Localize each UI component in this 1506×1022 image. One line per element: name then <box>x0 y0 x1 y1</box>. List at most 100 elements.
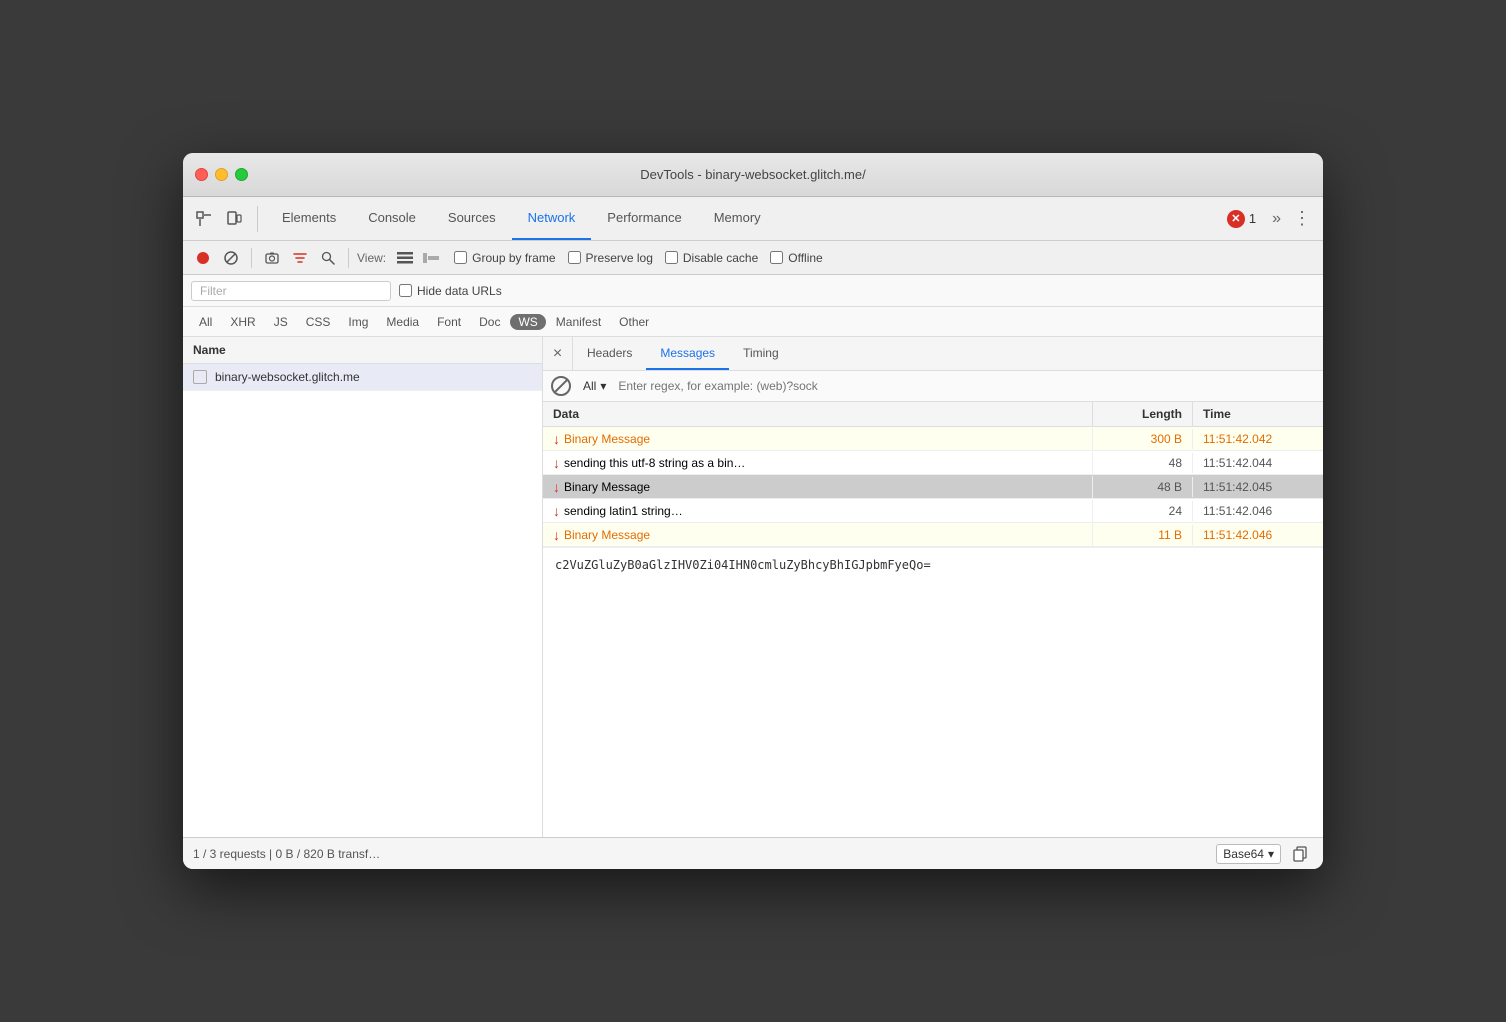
msg-time-cell: 11:51:42.045 <box>1193 477 1323 497</box>
network-toolbar: View: Group by frame Preserve log <box>183 241 1323 275</box>
messages-table-header: Data Length Time <box>543 402 1323 427</box>
error-badge-group: ✕ 1 <box>1227 210 1256 228</box>
tab-headers[interactable]: Headers <box>573 337 646 370</box>
toolbar-divider-2 <box>348 248 349 268</box>
toolbar-divider-1 <box>251 248 252 268</box>
group-by-frame-label: Group by frame <box>472 251 555 265</box>
type-filter-xhr[interactable]: XHR <box>222 314 263 330</box>
type-filter-doc[interactable]: Doc <box>471 314 508 330</box>
type-filter-ws[interactable]: WS <box>510 314 545 330</box>
msg-text: sending this utf-8 string as a bin… <box>564 456 745 470</box>
tab-messages[interactable]: Messages <box>646 337 729 370</box>
tab-network[interactable]: Network <box>512 197 592 240</box>
type-filter-all[interactable]: All <box>191 314 220 330</box>
detail-panel: × Headers Messages Timing All ▾ <box>543 337 1323 837</box>
arrow-down-icon: ↓ <box>553 503 560 519</box>
title-bar: DevTools - binary-websocket.glitch.me/ <box>183 153 1323 197</box>
type-filter-img[interactable]: Img <box>340 314 376 330</box>
status-bar: 1 / 3 requests | 0 B / 820 B transf… Bas… <box>183 837 1323 869</box>
type-filter-js[interactable]: JS <box>266 314 296 330</box>
msg-data-cell: ↓ Binary Message <box>543 524 1093 546</box>
clear-button[interactable] <box>219 246 243 270</box>
offline-checkbox[interactable] <box>770 251 783 264</box>
copy-button[interactable] <box>1287 841 1313 867</box>
tab-timing[interactable]: Timing <box>729 337 793 370</box>
group-by-frame-checkbox-group: Group by frame <box>454 251 555 265</box>
screenshot-button[interactable] <box>260 246 284 270</box>
table-row[interactable]: ↓ sending this utf-8 string as a bin… 48… <box>543 451 1323 475</box>
messages-filter-regex-input[interactable] <box>618 379 1315 393</box>
tab-performance[interactable]: Performance <box>591 197 697 240</box>
msg-time-cell: 11:51:42.042 <box>1193 429 1323 449</box>
type-filter-manifest[interactable]: Manifest <box>548 314 609 330</box>
minimize-button[interactable] <box>215 168 228 181</box>
arrow-down-icon: ↓ <box>553 431 560 447</box>
msg-text: Binary Message <box>564 528 650 542</box>
preserve-log-checkbox-group: Preserve log <box>568 251 653 265</box>
maximize-button[interactable] <box>235 168 248 181</box>
tree-view-button[interactable] <box>420 247 442 269</box>
disable-cache-checkbox-group: Disable cache <box>665 251 758 265</box>
data-column-header: Data <box>543 402 1093 426</box>
table-row[interactable]: ↓ sending latin1 string… 24 11:51:42.046 <box>543 499 1323 523</box>
inspect-icon[interactable] <box>191 206 217 232</box>
tab-elements[interactable]: Elements <box>266 197 352 240</box>
tab-console[interactable]: Console <box>352 197 432 240</box>
view-label: View: <box>357 251 386 265</box>
main-content: Name binary-websocket.glitch.me × Header… <box>183 337 1323 837</box>
devtools-menu-icon[interactable]: ⋮ <box>1289 206 1315 232</box>
chevron-down-icon: ▾ <box>1268 847 1274 861</box>
disable-cache-checkbox[interactable] <box>665 251 678 264</box>
list-view-button[interactable] <box>394 247 416 269</box>
msg-time-cell: 11:51:42.046 <box>1193 501 1323 521</box>
table-row[interactable]: ↓ Binary Message 11 B 11:51:42.046 <box>543 523 1323 547</box>
table-row[interactable]: ↓ Binary Message 300 B 11:51:42.042 <box>543 427 1323 451</box>
binary-data-content: c2VuZGluZyB0aGlzIHV0Zi04IHN0cmluZyBhcyBh… <box>555 558 931 572</box>
tab-memory[interactable]: Memory <box>698 197 777 240</box>
tab-sources[interactable]: Sources <box>432 197 512 240</box>
group-by-frame-checkbox[interactable] <box>454 251 467 264</box>
close-detail-button[interactable]: × <box>543 337 573 370</box>
base64-label: Base64 <box>1223 847 1264 861</box>
type-filter-css[interactable]: CSS <box>298 314 339 330</box>
main-tabs-list: Elements Console Sources Network Perform… <box>266 197 1227 240</box>
error-count: 1 <box>1249 211 1256 226</box>
filter-button[interactable] <box>288 246 312 270</box>
request-name: binary-websocket.glitch.me <box>215 370 360 384</box>
requests-header: Name <box>183 337 542 364</box>
traffic-lights <box>195 168 248 181</box>
messages-table: Data Length Time ↓ Binary Message 300 B … <box>543 402 1323 837</box>
disable-cache-label: Disable cache <box>683 251 758 265</box>
arrow-down-icon: ↓ <box>553 455 560 471</box>
filter-input[interactable] <box>191 281 391 301</box>
close-button[interactable] <box>195 168 208 181</box>
tab-icon-group <box>191 206 258 232</box>
msg-data-cell: ↓ Binary Message <box>543 428 1093 450</box>
devtools-window: DevTools - binary-websocket.glitch.me/ E… <box>183 153 1323 869</box>
filter-row: Hide data URLs <box>183 275 1323 307</box>
type-filter-font[interactable]: Font <box>429 314 469 330</box>
msg-length-cell: 24 <box>1093 501 1193 521</box>
type-filter-media[interactable]: Media <box>378 314 427 330</box>
requests-panel: Name binary-websocket.glitch.me <box>183 337 543 837</box>
msg-length-cell: 48 <box>1093 453 1193 473</box>
preserve-log-checkbox[interactable] <box>568 251 581 264</box>
table-row[interactable]: ↓ Binary Message 48 B 11:51:42.045 <box>543 475 1323 499</box>
device-toolbar-icon[interactable] <box>221 206 247 232</box>
list-item[interactable]: binary-websocket.glitch.me <box>183 364 542 391</box>
requests-name-column-header: Name <box>193 343 226 357</box>
window-title: DevTools - binary-websocket.glitch.me/ <box>640 167 865 182</box>
hide-data-urls-label: Hide data URLs <box>417 284 502 298</box>
type-filter-other[interactable]: Other <box>611 314 657 330</box>
messages-filter-dropdown[interactable]: All ▾ <box>579 377 610 395</box>
more-tabs-button[interactable]: » <box>1264 210 1289 228</box>
error-circle-icon: ✕ <box>1227 210 1245 228</box>
msg-text: Binary Message <box>564 432 650 446</box>
record-button[interactable] <box>191 246 215 270</box>
search-button[interactable] <box>316 246 340 270</box>
msg-length-cell: 300 B <box>1093 429 1193 449</box>
hide-data-urls-checkbox[interactable] <box>399 284 412 297</box>
base64-dropdown[interactable]: Base64 ▾ <box>1216 844 1281 864</box>
detail-tabs-bar: × Headers Messages Timing <box>543 337 1323 371</box>
status-requests-info: 1 / 3 requests | 0 B / 820 B transf… <box>193 847 1216 861</box>
